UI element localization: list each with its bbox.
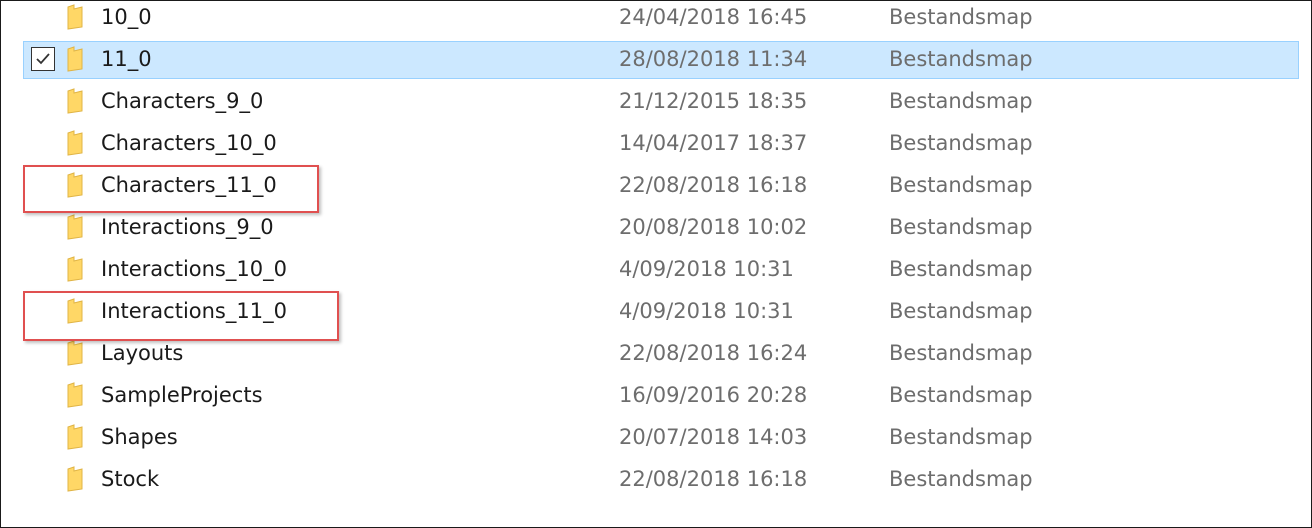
folder-icon xyxy=(67,256,83,282)
file-name: 11_0 xyxy=(101,47,152,71)
file-date: 4/09/2018 10:31 xyxy=(619,257,794,281)
row-checkbox[interactable] xyxy=(31,47,55,71)
file-date: 22/08/2018 16:18 xyxy=(619,173,808,197)
file-type: Bestandsmap xyxy=(889,215,1033,239)
file-name: Interactions_10_0 xyxy=(101,257,287,281)
file-row[interactable]: Stock 22/08/2018 16:18 Bestandsmap xyxy=(1,459,1311,501)
file-row-selected[interactable]: 11_0 28/08/2018 11:34 Bestandsmap xyxy=(1,39,1311,81)
file-name: Characters_9_0 xyxy=(101,89,264,113)
file-name: 10_0 xyxy=(101,5,152,29)
file-date: 22/08/2018 16:24 xyxy=(619,341,808,365)
file-list: 10_0 24/04/2018 16:45 Bestandsmap 11_0 2… xyxy=(1,1,1311,505)
file-type: Bestandsmap xyxy=(889,467,1033,491)
file-date: 24/04/2018 16:45 xyxy=(619,5,808,29)
file-type: Bestandsmap xyxy=(889,383,1033,407)
file-row[interactable]: Interactions_9_0 20/08/2018 10:02 Bestan… xyxy=(1,207,1311,249)
folder-icon xyxy=(67,130,83,156)
file-date: 14/04/2017 18:37 xyxy=(619,131,808,155)
file-name: Shapes xyxy=(101,425,178,449)
file-date: 4/09/2018 10:31 xyxy=(619,299,794,323)
folder-icon xyxy=(67,214,83,240)
file-type: Bestandsmap xyxy=(889,425,1033,449)
file-row[interactable]: Characters_10_0 14/04/2017 18:37 Bestand… xyxy=(1,123,1311,165)
file-row[interactable]: 10_0 24/04/2018 16:45 Bestandsmap xyxy=(1,1,1311,39)
file-row[interactable]: Characters_9_0 21/12/2015 18:35 Bestands… xyxy=(1,81,1311,123)
file-date: 28/08/2018 11:34 xyxy=(619,47,808,71)
file-name: Stock xyxy=(101,467,160,491)
folder-icon xyxy=(67,46,83,72)
folder-icon xyxy=(67,4,83,30)
file-type: Bestandsmap xyxy=(889,89,1033,113)
file-type: Bestandsmap xyxy=(889,299,1033,323)
file-name: Interactions_9_0 xyxy=(101,215,274,239)
file-name: SampleProjects xyxy=(101,383,263,407)
file-date: 20/08/2018 10:02 xyxy=(619,215,808,239)
folder-icon xyxy=(67,340,83,366)
file-name: Characters_10_0 xyxy=(101,131,277,155)
file-type: Bestandsmap xyxy=(889,257,1033,281)
file-list-window: 10_0 24/04/2018 16:45 Bestandsmap 11_0 2… xyxy=(0,0,1312,528)
file-name: Layouts xyxy=(101,341,184,365)
file-type: Bestandsmap xyxy=(889,47,1033,71)
file-date: 20/07/2018 14:03 xyxy=(619,425,808,449)
file-type: Bestandsmap xyxy=(889,5,1033,29)
file-row[interactable]: Interactions_10_0 4/09/2018 10:31 Bestan… xyxy=(1,249,1311,291)
file-row[interactable]: Shapes 20/07/2018 14:03 Bestandsmap xyxy=(1,417,1311,459)
file-type: Bestandsmap xyxy=(889,131,1033,155)
folder-icon xyxy=(67,424,83,450)
folder-icon xyxy=(67,466,83,492)
annotation-highlight-box xyxy=(23,291,339,341)
folder-icon xyxy=(67,88,83,114)
file-row[interactable]: SampleProjects 16/09/2016 20:28 Bestands… xyxy=(1,375,1311,417)
file-type: Bestandsmap xyxy=(889,341,1033,365)
folder-icon xyxy=(67,382,83,408)
annotation-highlight-box xyxy=(23,165,319,213)
file-date: 21/12/2015 18:35 xyxy=(619,89,808,113)
checkmark-icon xyxy=(36,53,50,65)
file-date: 22/08/2018 16:18 xyxy=(619,467,808,491)
file-type: Bestandsmap xyxy=(889,173,1033,197)
file-date: 16/09/2016 20:28 xyxy=(619,383,808,407)
